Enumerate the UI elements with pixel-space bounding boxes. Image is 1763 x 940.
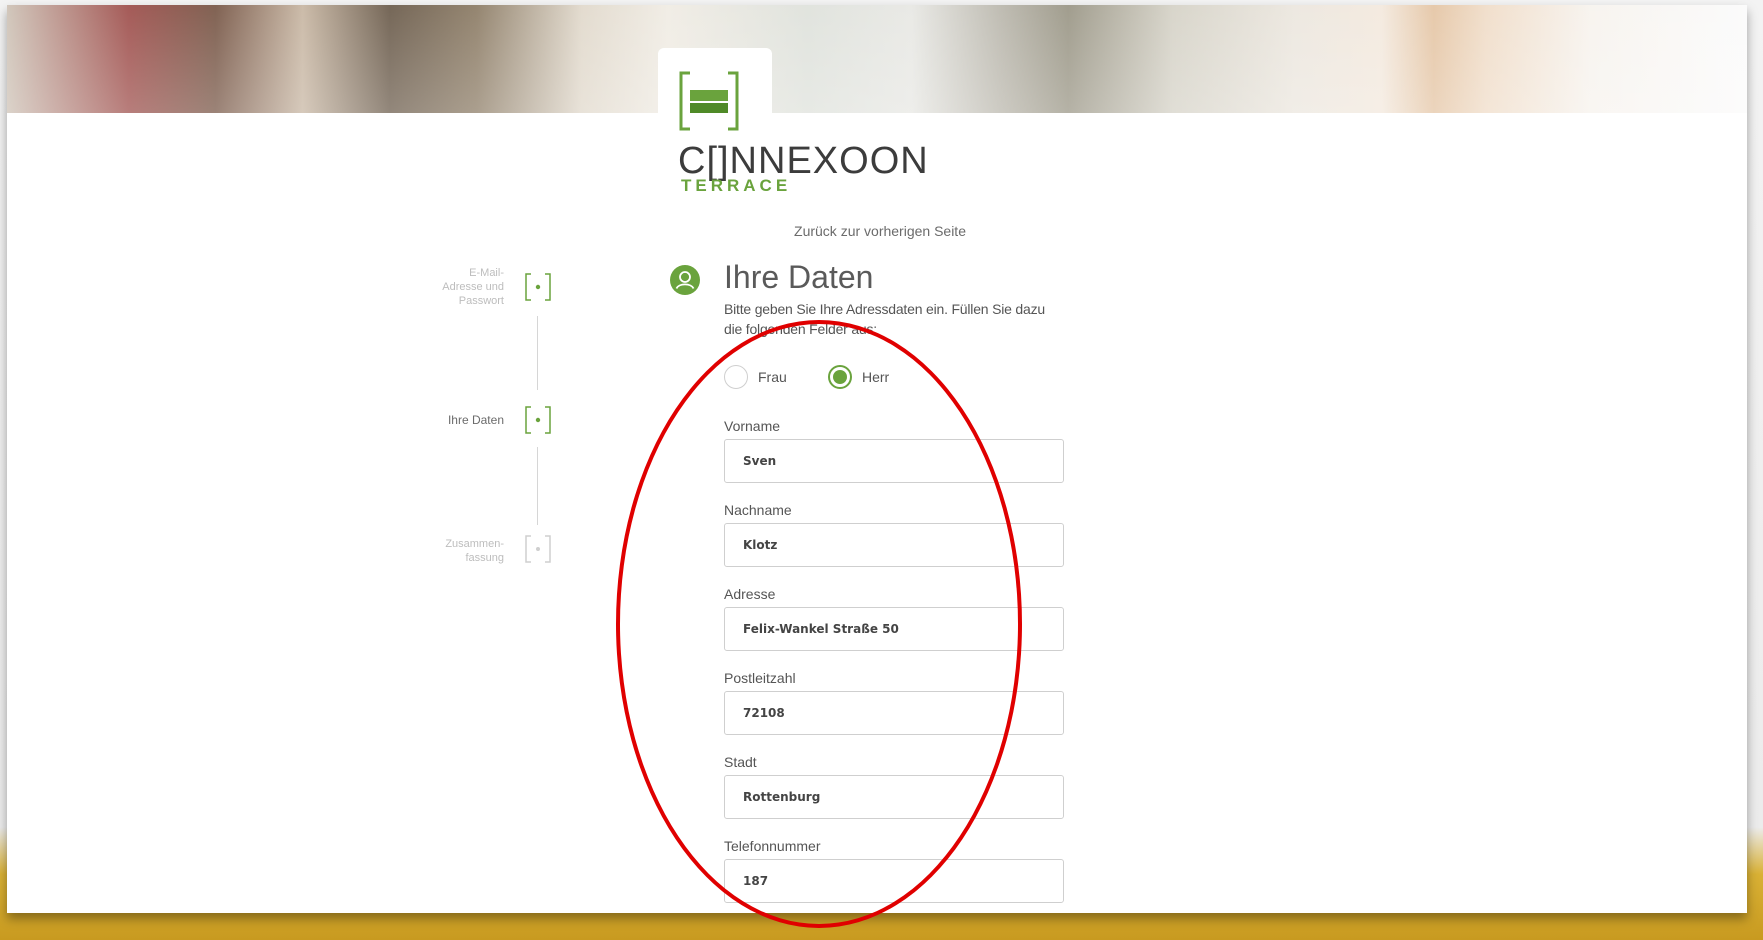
step-connector [537, 316, 538, 390]
page-title: Ihre Daten [724, 259, 874, 295]
logo-subtitle: TERRACE [681, 176, 792, 195]
connexoon-logo-icon [679, 71, 739, 131]
back-link[interactable]: Zurück zur vorherigen Seite [780, 223, 980, 239]
step-indicator-summary-icon [525, 535, 551, 563]
stadt-input[interactable] [724, 775, 1064, 819]
adresse-label: Adresse [724, 586, 776, 602]
telefonnummer-input[interactable] [724, 859, 1064, 903]
hero-banner-image [7, 5, 1747, 113]
telefonnummer-label: Telefonnummer [724, 838, 821, 854]
step-label-credentials: E-Mail- Adresse und Passwort [442, 267, 504, 307]
vorname-input[interactable] [724, 439, 1064, 483]
radio-frau[interactable]: Frau [724, 365, 787, 389]
nachname-label: Nachname [724, 502, 792, 518]
radio-unchecked-icon[interactable] [724, 365, 748, 389]
postleitzahl-input[interactable] [724, 691, 1064, 735]
radio-checked-icon[interactable] [828, 365, 852, 389]
vorname-label: Vorname [724, 418, 781, 434]
step-label-ihre-daten: Ihre Daten [447, 413, 504, 427]
step-label-summary: Zusammen- fassung [445, 538, 504, 564]
step-indicator-credentials-icon[interactable] [523, 272, 553, 302]
form-intro: Bitte geben Sie Ihre Adressdaten ein. Fü… [724, 301, 1045, 337]
stadt-label: Stadt [724, 754, 757, 770]
radio-herr[interactable]: Herr [828, 365, 889, 389]
user-icon [670, 265, 700, 295]
postleitzahl-label: Postleitzahl [724, 670, 796, 686]
step-indicator-ihre-daten-icon [525, 406, 551, 434]
nachname-input[interactable] [724, 523, 1064, 567]
adresse-input[interactable] [724, 607, 1064, 651]
step-connector [537, 447, 538, 525]
